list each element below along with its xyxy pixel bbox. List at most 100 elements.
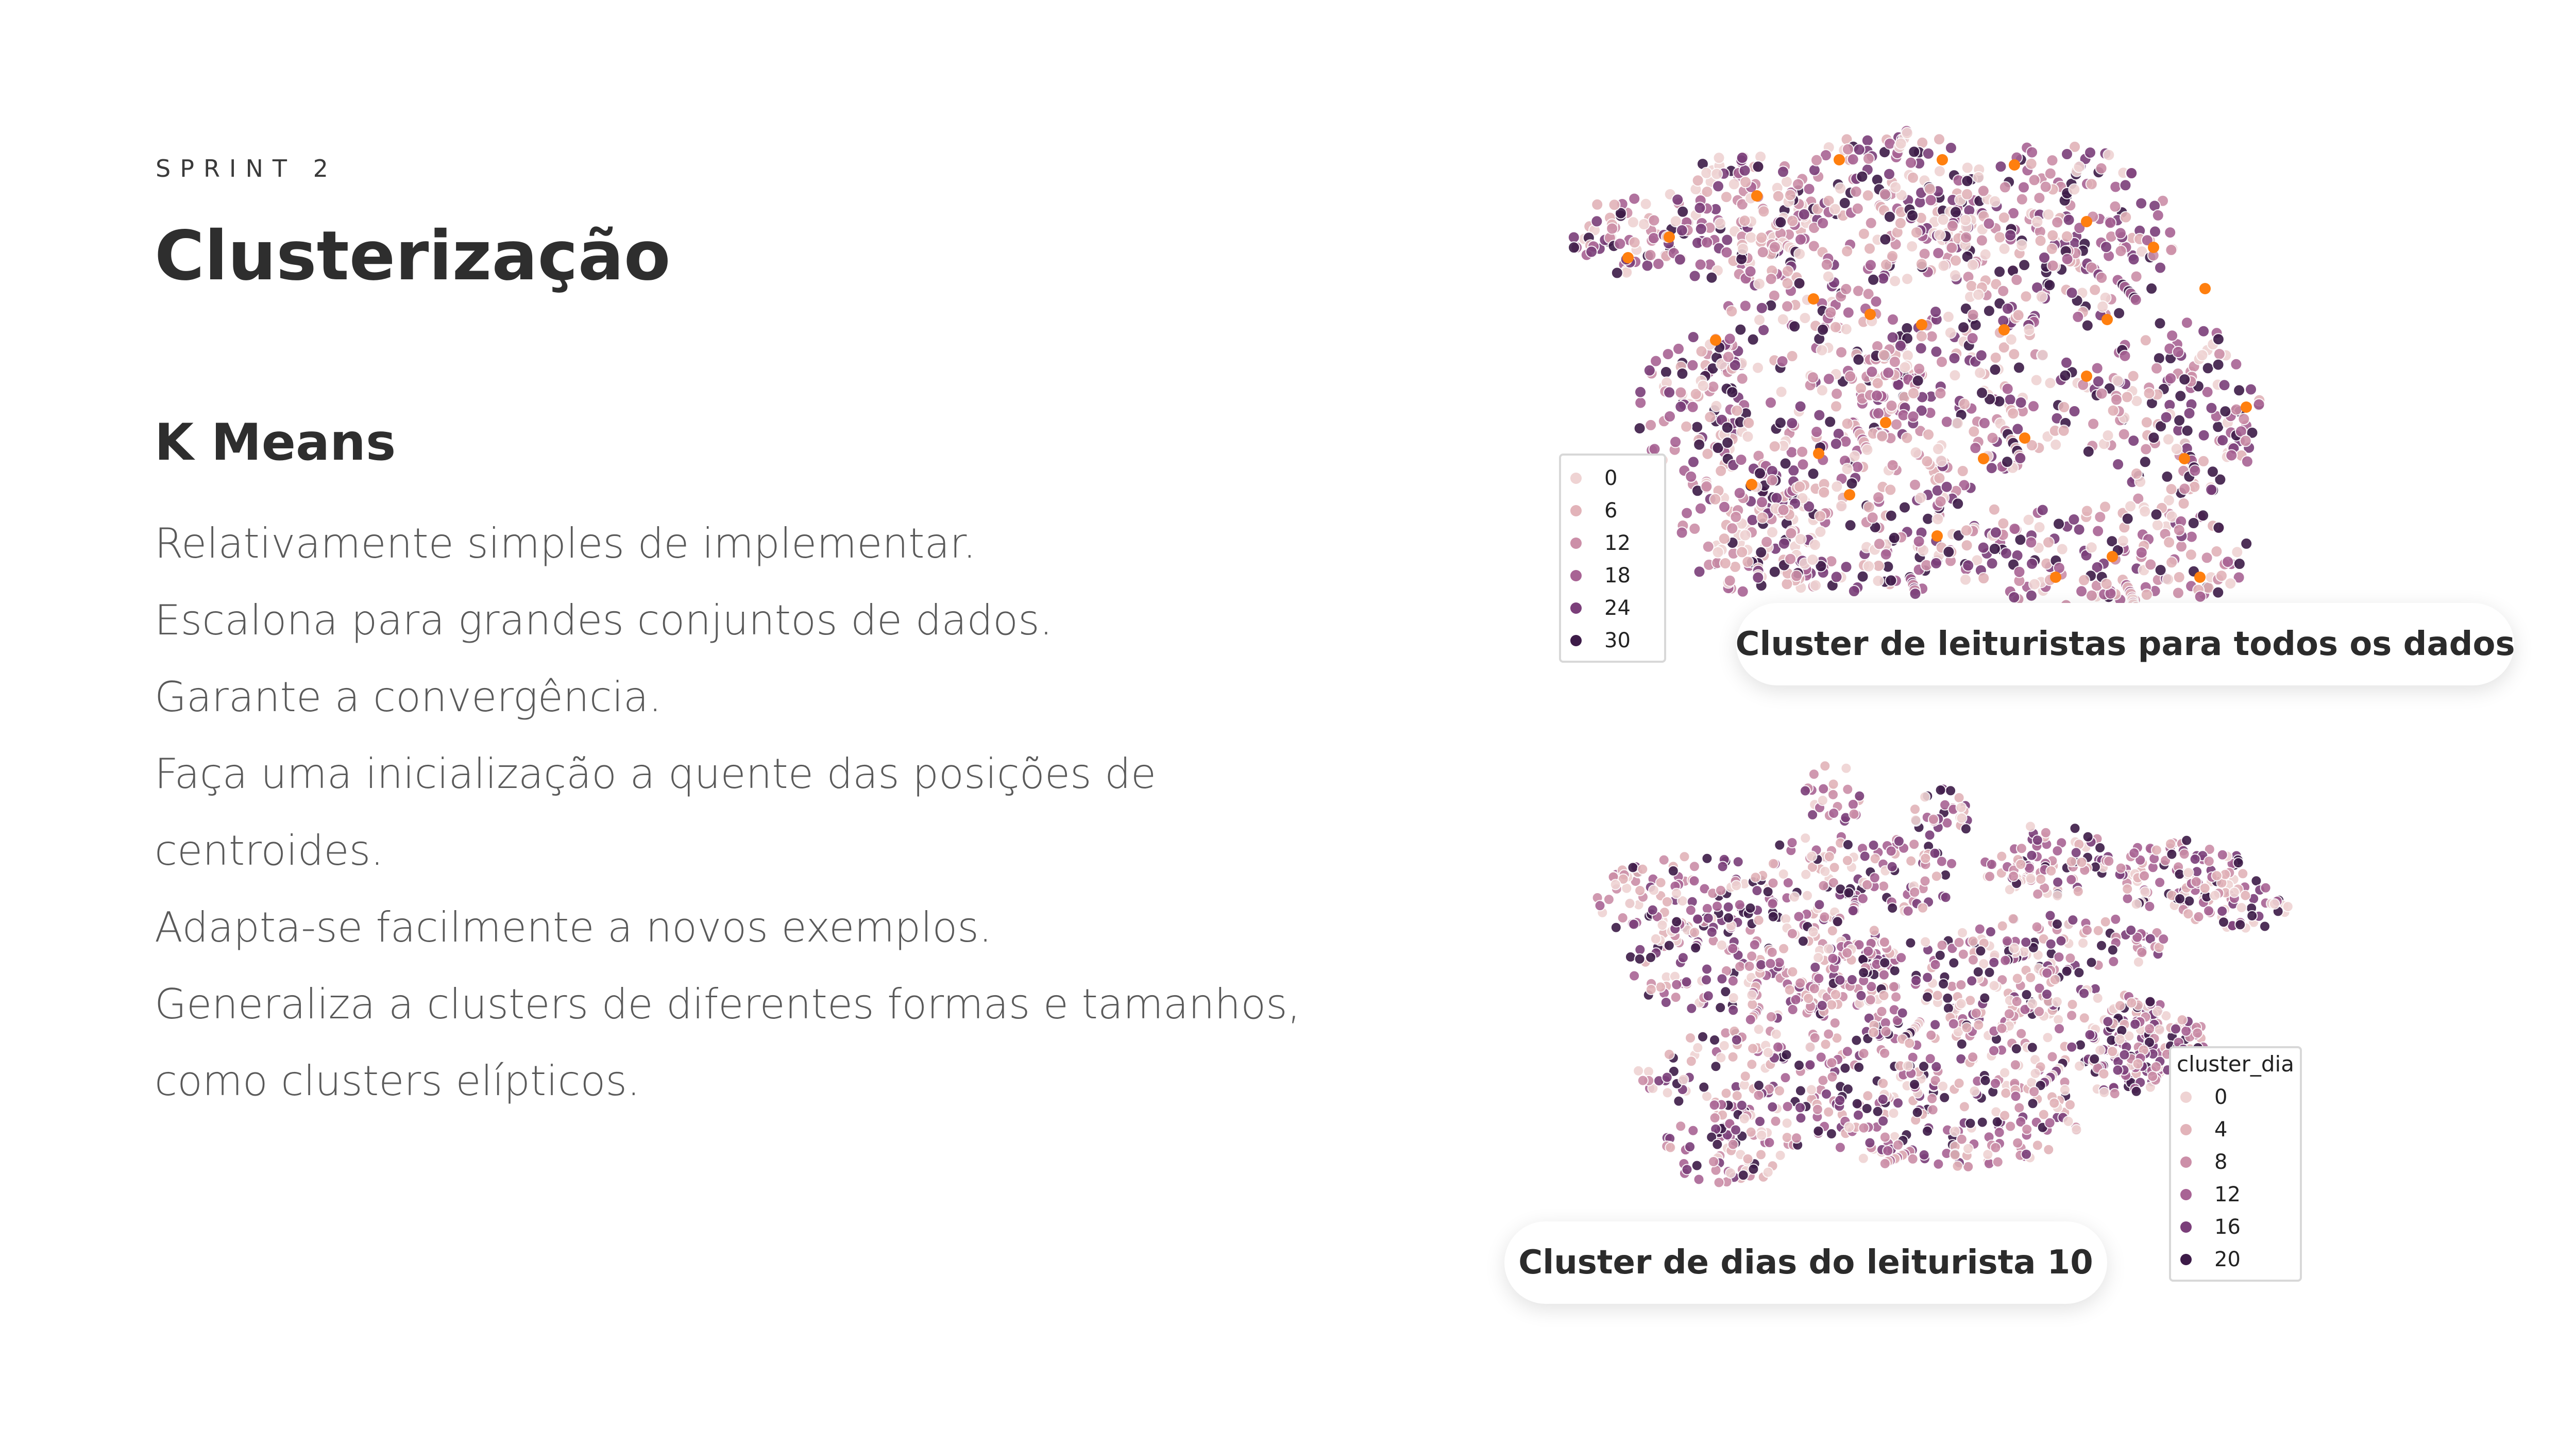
scatter-point	[1674, 400, 1687, 413]
centroid-point	[2241, 401, 2252, 413]
scatter-point	[2065, 874, 2077, 885]
scatter-point	[2222, 556, 2234, 568]
scatter-point	[2071, 1124, 2082, 1136]
scatter-point	[2057, 424, 2070, 437]
scatter-point	[1907, 410, 1920, 423]
scatter-point	[1847, 798, 1859, 810]
scatter-point	[1673, 1095, 1685, 1107]
scatter-point	[1772, 1041, 1784, 1053]
scatter-point	[1906, 240, 1919, 253]
centroid-point	[1931, 530, 1943, 542]
scatter-point	[1816, 344, 1828, 357]
scatter-point	[2114, 1033, 2126, 1045]
scatter-point	[1609, 879, 1621, 891]
scatter-point	[1690, 942, 1702, 954]
scatter-point	[1755, 546, 1768, 559]
scatter-point	[1701, 963, 1713, 975]
legend-item: 4	[2171, 1113, 2300, 1146]
scatter-point	[2000, 1087, 2012, 1099]
scatter-point	[1713, 152, 1725, 164]
scatter-point	[2212, 521, 2225, 534]
scatter-point	[1743, 961, 1755, 972]
scatter-point	[1962, 559, 1975, 572]
scatter-point	[2025, 157, 2038, 170]
scatter-point	[2078, 987, 2090, 999]
scatter-point	[1754, 1116, 1766, 1127]
scatter-point	[1852, 284, 1865, 297]
scatter-point	[2080, 505, 2093, 517]
scatter-point	[1841, 463, 1854, 475]
scatter-point	[2216, 905, 2228, 917]
scatter-point	[2028, 1086, 2040, 1098]
scatter-point	[1714, 217, 1726, 230]
scatter-point	[1697, 379, 1709, 392]
scatter-point	[1727, 1051, 1739, 1063]
scatter-point	[2053, 517, 2065, 530]
scatter-point	[2150, 1061, 2162, 1072]
scatter-point	[1784, 189, 1797, 202]
scatter-point	[1734, 961, 1746, 972]
scatter-point	[1985, 926, 1996, 937]
scatter-point	[1858, 967, 1870, 979]
scatter-point	[1957, 948, 1969, 960]
scatter-point	[2094, 842, 2106, 853]
legend-swatch	[1570, 602, 1582, 614]
scatter-point	[1753, 1089, 1765, 1101]
scatter-point	[2064, 952, 2076, 964]
scatter-point	[2132, 956, 2144, 968]
scatter-point	[1709, 1034, 1720, 1046]
scatter-point	[1685, 1055, 1697, 1067]
scatter-point	[2045, 242, 2058, 255]
scatter-point	[1812, 952, 1824, 964]
scatter-point	[1806, 553, 1819, 566]
scatter-point	[1930, 557, 1942, 569]
scatter-point	[1677, 952, 1689, 964]
scatter-point	[1774, 1085, 1785, 1097]
scatter-point	[1912, 535, 1925, 548]
scatter-point	[1810, 154, 1823, 166]
scatter-point	[1777, 504, 1790, 516]
scatter-point	[1715, 884, 1726, 896]
scatter-point	[2026, 146, 2039, 159]
scatter-point	[1776, 355, 1789, 368]
scatter-point	[2041, 967, 2053, 979]
scatter-point	[2072, 310, 2084, 323]
scatter-point	[2154, 1024, 2165, 1036]
scatter-point	[2165, 244, 2178, 256]
scatter-point	[1919, 875, 1931, 887]
scatter-point	[1739, 1070, 1751, 1082]
scatter-point	[1794, 1102, 1806, 1114]
scatter-point	[2174, 390, 2187, 402]
scatter-point	[1681, 507, 1693, 519]
scatter-point	[2147, 431, 2160, 444]
scatter-point	[1800, 832, 1811, 844]
scatter-point	[1614, 238, 1626, 250]
scatter-point	[1705, 271, 1718, 284]
scatter-point	[1779, 457, 1792, 470]
scatter-point	[1830, 571, 1843, 583]
centroid-point	[1751, 190, 1762, 202]
scatter-point	[1826, 1071, 1838, 1083]
legend-label: 0	[1604, 466, 1618, 490]
scatter-point	[1949, 269, 1961, 282]
scatter-point	[1843, 1121, 1855, 1133]
scatter-point	[1747, 999, 1758, 1010]
scatter-point	[2237, 868, 2249, 880]
scatter-point	[1990, 1078, 2001, 1089]
scatter-point	[2212, 358, 2225, 371]
scatter-point	[2066, 1041, 2078, 1053]
scatter-point	[1826, 1057, 1838, 1069]
scatter-point	[1922, 428, 1935, 441]
centroid-point	[1710, 334, 1721, 346]
scatter-point	[2066, 1010, 2078, 1021]
scatter-point	[1888, 981, 1900, 993]
centroid-point	[1746, 479, 1757, 490]
scatter-point	[1628, 192, 1641, 205]
scatter-point	[1628, 918, 1640, 930]
scatter-point	[2029, 1067, 2041, 1079]
scatter-point	[2049, 438, 2062, 451]
scatter-point	[2053, 951, 2065, 963]
scatter-point	[1797, 458, 1809, 471]
scatter-point	[1731, 880, 1742, 892]
scatter-point	[1827, 788, 1839, 800]
